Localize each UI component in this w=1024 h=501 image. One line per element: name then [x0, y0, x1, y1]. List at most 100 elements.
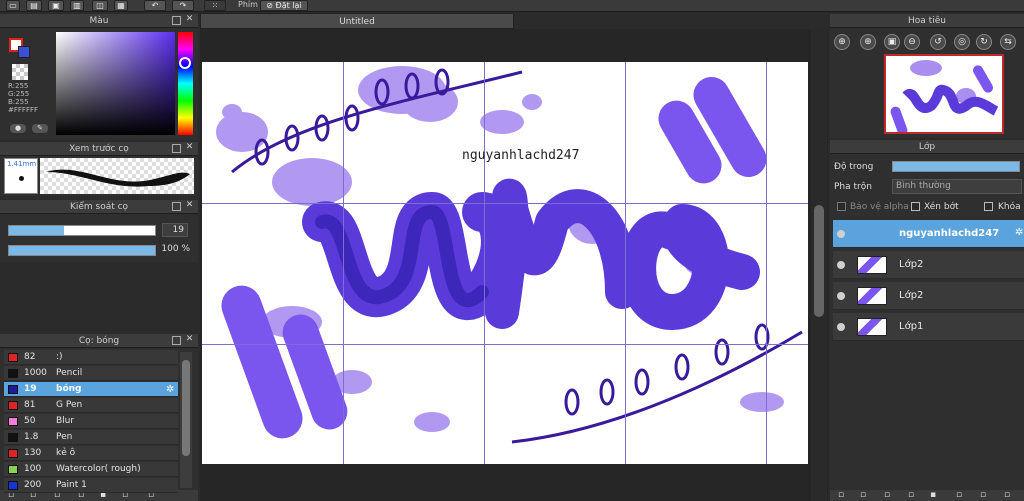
brush-list-item[interactable]: 19 bóng ✲: [4, 382, 178, 397]
duplicate-layer-icon[interactable]: ▫: [860, 490, 866, 500]
flip-icon[interactable]: ⇆: [1000, 34, 1016, 50]
close-icon[interactable]: ✕: [185, 143, 194, 152]
brush-name: Pen: [56, 432, 73, 442]
delete-layer-icon[interactable]: ▫: [1004, 490, 1010, 500]
grid-line: [766, 62, 767, 464]
navigator-panel: Hoa tiêu ⊕ ⊕ ▣ ⊖ ↺ ◎ ↻ ⇆: [830, 14, 1024, 138]
layer-row[interactable]: nguyanhlachd247 ✲: [833, 220, 1024, 248]
layer-mask-icon[interactable]: ▫: [980, 490, 986, 500]
close-icon[interactable]: ✕: [185, 201, 194, 210]
brush-size-slider[interactable]: [8, 225, 156, 236]
brush-size: 1.8: [24, 432, 39, 442]
save-icon[interactable]: ▣: [48, 0, 64, 11]
brush-list-item[interactable]: 100 Watercolor( rough): [4, 462, 178, 477]
grid-line: [343, 62, 344, 464]
background-color-swatch[interactable]: [18, 46, 30, 58]
brush-color-swatch: [8, 352, 18, 362]
transparent-color-swatch[interactable]: [12, 64, 28, 80]
new-file-icon[interactable]: ▭: [6, 0, 20, 11]
brush-list-item[interactable]: 82:): [4, 350, 178, 365]
brush-size-box: 1.41mm: [4, 158, 38, 194]
grid-icon[interactable]: ▦: [114, 0, 128, 11]
grid-line: [625, 62, 626, 464]
visibility-eye-icon[interactable]: [837, 323, 845, 331]
brush-size-value[interactable]: 19: [162, 223, 188, 237]
reset-icon: ⊘: [266, 1, 276, 10]
layer-type-icon[interactable]: ▫: [884, 490, 890, 500]
brush-list-item[interactable]: 1000 Pencil: [4, 366, 178, 381]
reset-view-icon[interactable]: ◎: [954, 34, 970, 50]
clip-checkbox[interactable]: [911, 202, 920, 211]
popout-icon[interactable]: [172, 16, 181, 25]
layer-settings-icon[interactable]: ▫: [956, 490, 962, 500]
visibility-eye-icon[interactable]: [837, 230, 845, 238]
share-icon[interactable]: ◫: [92, 0, 108, 11]
reset-button[interactable]: ⊘ Đặt lại: [260, 0, 308, 11]
brush-preview-title: Xem trước cọ ✕: [0, 142, 198, 156]
brush-list-item[interactable]: 81 G Pen: [4, 398, 178, 413]
popout-icon[interactable]: [172, 144, 181, 153]
loading-icon[interactable]: ⁙: [204, 0, 226, 11]
saturation-value-picker[interactable]: [56, 32, 175, 135]
hue-slider[interactable]: [178, 32, 193, 135]
brush-list-scrollbar[interactable]: [180, 352, 192, 488]
close-icon[interactable]: ✕: [185, 15, 194, 24]
reset-label: Đặt lại: [275, 1, 302, 10]
eyedropper-icon[interactable]: ✎: [32, 124, 48, 133]
layer-opacity-slider[interactable]: [892, 161, 1020, 172]
brush-size-readout: 1.41mm: [7, 160, 37, 168]
popout-icon[interactable]: [172, 202, 181, 211]
protect-alpha-checkbox[interactable]: [837, 202, 846, 211]
hue-slider-handle[interactable]: [179, 57, 191, 69]
undo-icon[interactable]: ↶: [144, 0, 166, 11]
popout-icon[interactable]: [172, 336, 181, 345]
mode-label: Phím: [238, 0, 258, 9]
brush-color-swatch: [8, 384, 18, 394]
brush-list-item[interactable]: 200 Paint 1: [4, 478, 178, 493]
brush-control-panel: Kiểm soát cọ ✕ 19 100 %: [0, 200, 198, 262]
brush-color-swatch: [8, 480, 18, 490]
layer-name: Lớp1: [899, 321, 924, 332]
layer-folder-icon[interactable]: ▪: [930, 490, 936, 500]
layer-thumbnail: [857, 318, 887, 336]
canvas-scrollbar[interactable]: [811, 29, 827, 501]
visibility-eye-icon[interactable]: [837, 261, 845, 269]
zoom-out-icon[interactable]: ⊖: [904, 34, 920, 50]
zoom-in-alt-icon[interactable]: ⊕: [860, 34, 876, 50]
navigator-preview[interactable]: [884, 54, 1004, 134]
layer-name: nguyanhlachd247: [899, 228, 1000, 239]
export-icon[interactable]: ▥: [70, 0, 84, 11]
fit-screen-icon[interactable]: ▣: [884, 34, 900, 50]
brush-size: 19: [24, 384, 37, 394]
brush-opacity-slider[interactable]: [8, 245, 156, 256]
grid-line: [202, 203, 808, 204]
visibility-eye-icon[interactable]: [837, 292, 845, 300]
lock-checkbox[interactable]: [984, 202, 993, 211]
layer-row[interactable]: Lớp2: [833, 251, 1024, 279]
redo-icon[interactable]: ↷: [172, 0, 194, 11]
color-panel: Màu ✕ R:255 G:255 B:255 #FFFFFF ● ✎: [0, 14, 198, 140]
layer-settings-gear-icon[interactable]: ✲: [1015, 227, 1023, 238]
artwork-canvas[interactable]: nguyanhlachd247: [202, 62, 808, 464]
zoom-in-icon[interactable]: ⊕: [834, 34, 850, 50]
brush-settings-gear-icon[interactable]: ✲: [166, 384, 174, 395]
artwork: [216, 66, 803, 444]
rotate-left-icon[interactable]: ↺: [930, 34, 946, 50]
blend-mode-select[interactable]: Bình thường: [892, 179, 1022, 194]
brush-list-item[interactable]: 130 kẻ ô: [4, 446, 178, 461]
palette-icon[interactable]: ●: [10, 124, 26, 133]
layer-opacity-label: Độ trong: [834, 162, 874, 172]
merge-layer-icon[interactable]: ▫: [908, 490, 914, 500]
layer-row[interactable]: Lớp2: [833, 282, 1024, 310]
layer-row[interactable]: Lớp1: [833, 313, 1024, 341]
brush-list-item[interactable]: 1.8 Pen: [4, 430, 178, 445]
rotate-right-icon[interactable]: ↻: [976, 34, 992, 50]
blend-mode-label: Pha trộn: [834, 182, 872, 192]
canvas-tab[interactable]: Untitled: [200, 13, 514, 29]
close-icon[interactable]: ✕: [185, 335, 194, 344]
brush-size: 200: [24, 480, 42, 490]
brush-list-item[interactable]: 50 Blur: [4, 414, 178, 429]
add-layer-icon[interactable]: ▫: [838, 490, 844, 500]
open-file-icon[interactable]: ▤: [26, 0, 42, 11]
navigator-title: Hoa tiêu: [830, 14, 1024, 28]
